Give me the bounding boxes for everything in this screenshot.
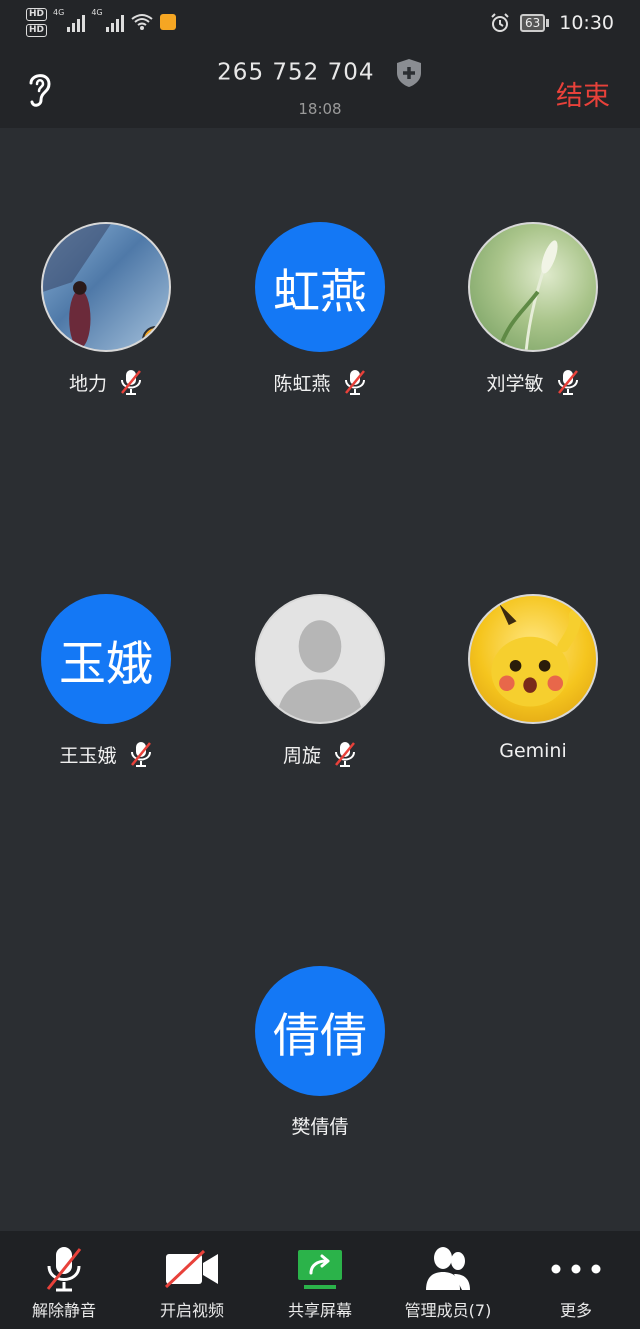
participant-tile[interactable]: Gemini (433, 594, 633, 762)
mic-muted-icon (557, 370, 578, 395)
unmute-label: 解除静音 (31, 1301, 96, 1320)
mic-muted-icon (335, 742, 355, 767)
unmute-button[interactable]: 解除静音 (0, 1231, 128, 1329)
participant-name: 王玉娥 (59, 744, 117, 767)
bottom-toolbar: 解除静音 开启视频 共享屏幕 管理成员(7) 更多 (0, 1231, 640, 1329)
participant-name: 地力 (68, 372, 107, 395)
share-screen-button[interactable]: 共享屏幕 (256, 1231, 384, 1329)
end-meeting-button[interactable]: 结束 (556, 74, 610, 113)
alarm-icon (491, 13, 509, 32)
wifi-icon (130, 14, 153, 30)
mic-muted-icon (46, 1247, 82, 1292)
share-screen-label: 共享屏幕 (287, 1301, 352, 1320)
avatar (468, 594, 598, 724)
avatar (255, 594, 385, 724)
avatar: 虹燕 (255, 222, 385, 352)
hd-badge: HD (26, 8, 48, 21)
participant-name: 陈虹燕 (273, 372, 331, 395)
avatar: 倩倩 (255, 966, 385, 1096)
shield-icon (396, 59, 421, 87)
mic-muted-icon (344, 370, 365, 395)
meeting-duration: 18:08 (298, 100, 342, 118)
clock: 10:30 (559, 12, 614, 34)
avatar: 玉娥 (41, 594, 171, 724)
avatar (468, 222, 598, 352)
participant-name: Gemini (499, 740, 567, 762)
mic-muted-icon (121, 370, 141, 395)
participant-name: 刘学敏 (486, 372, 544, 395)
mic-muted-icon (130, 742, 151, 767)
participant-tile[interactable]: 玉娥 王玉娥 (6, 594, 206, 768)
status-bar: HD HD 4G 4G 63 10:30 (0, 0, 640, 48)
signal-icon: 4G (53, 8, 86, 32)
participant-name: 樊倩倩 (291, 1116, 349, 1138)
start-video-button[interactable]: 开启视频 (128, 1231, 256, 1329)
members-icon (426, 1247, 470, 1290)
meeting-id[interactable]: 265 752 704 (0, 58, 640, 88)
start-video-label: 开启视频 (159, 1301, 224, 1320)
more-icon (551, 1264, 601, 1274)
participant-tile[interactable]: 地力 (6, 222, 206, 396)
participant-tile[interactable]: 周旋 (220, 594, 420, 768)
host-badge-icon (142, 326, 169, 350)
manage-members-label: 管理成员(7) (404, 1301, 492, 1320)
signal-icon: 4G (91, 8, 124, 32)
battery-icon: 63 (519, 14, 550, 32)
more-label: 更多 (559, 1301, 592, 1320)
participant-name: 周旋 (282, 744, 321, 767)
share-screen-icon (298, 1250, 342, 1289)
hd-badge: HD (26, 24, 48, 37)
more-button[interactable]: 更多 (512, 1231, 640, 1329)
meeting-header: 265 752 704 18:08 结束 (0, 48, 640, 128)
manage-members-button[interactable]: 管理成员(7) (384, 1231, 512, 1329)
avatar (41, 222, 171, 352)
participant-tile[interactable]: 倩倩 樊倩倩 (220, 966, 420, 1139)
participant-tile[interactable]: 虹燕 陈虹燕 (220, 222, 420, 396)
video-off-icon (164, 1249, 218, 1289)
participant-tile[interactable]: 刘学敏 (433, 222, 633, 396)
app-notification-icon (159, 14, 176, 30)
